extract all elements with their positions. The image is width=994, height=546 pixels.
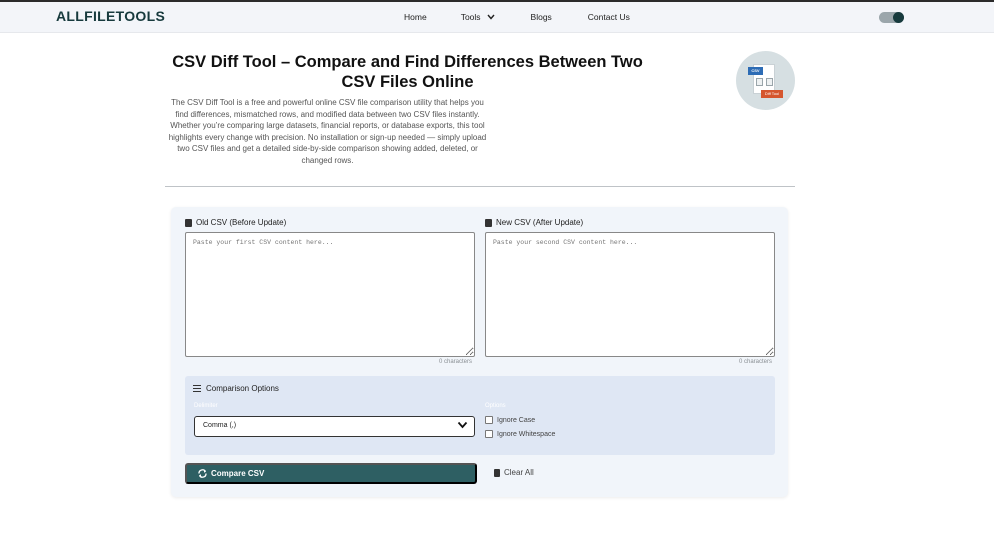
compare-button-label: Compare CSV [211,469,265,478]
nav-contact[interactable]: Contact Us [588,12,630,22]
ignore-whitespace-label: Ignore Whitespace [497,430,556,438]
page-title: CSV Diff Tool – Compare and Find Differe… [172,53,643,91]
new-csv-label: New CSV (After Update) [485,218,583,227]
grid-icon [766,78,773,86]
delimiter-select[interactable]: Comma (,) [194,416,475,437]
chevron-down-icon [457,421,468,429]
page-description: The CSV Diff Tool is a free and powerful… [168,98,487,165]
comparison-options: Comparison Options Delimiter Comma (,) O… [185,376,775,455]
options-label: Options [485,403,506,409]
csv-diff-illustration: CSV Diff Tool [736,51,795,110]
diff-tool-panel: Old CSV (Before Update) 0 characters New… [171,207,788,497]
ignore-case-checkbox[interactable]: Ignore Case [485,416,535,424]
toggle-knob [893,12,904,23]
new-csv-input[interactable] [485,232,775,357]
new-csv-label-text: New CSV (After Update) [496,218,584,227]
checkbox-box[interactable] [485,430,493,438]
csv-tag: CSV [748,67,763,75]
sync-icon [198,469,207,478]
chevron-down-icon [486,14,495,20]
new-char-count: 0 characters [739,359,773,365]
nav-blogs[interactable]: Blogs [531,12,552,22]
delimiter-value: Comma (,) [203,422,237,429]
logo[interactable]: ALLFILETOOLS [56,8,165,24]
main-menu: Home Tools Blogs Contact Us [404,12,630,22]
nav-tools-label: Tools [460,12,481,22]
delimiter-label: Delimiter [194,403,218,409]
options-title: Comparison Options [193,384,279,393]
nav-tools[interactable]: Tools [461,12,495,22]
clear-all-label: Clear All [504,468,534,477]
navbar: ALLFILETOOLS Home Tools Blogs Contact Us [0,2,994,33]
file-icon [485,218,492,227]
clear-all-button[interactable]: Clear All [494,468,534,477]
nav-home[interactable]: Home [404,12,427,22]
old-csv-label-text: Old CSV (Before Update) [196,218,287,227]
theme-toggle[interactable] [879,12,904,23]
options-title-text: Comparison Options [206,384,279,393]
section-divider [165,186,795,187]
old-csv-input[interactable] [185,232,475,357]
old-char-count: 0 characters [439,359,473,365]
grid-icon [756,78,763,86]
diff-tool-tag: Diff Tool [761,90,783,98]
checkbox-box[interactable] [485,416,493,424]
sliders-icon [193,385,201,392]
trash-icon [494,468,500,477]
file-icon [185,218,192,227]
ignore-whitespace-checkbox[interactable]: Ignore Whitespace [485,430,555,438]
old-csv-label: Old CSV (Before Update) [185,218,286,227]
ignore-case-label: Ignore Case [497,416,536,424]
compare-csv-button[interactable]: Compare CSV [185,463,477,484]
